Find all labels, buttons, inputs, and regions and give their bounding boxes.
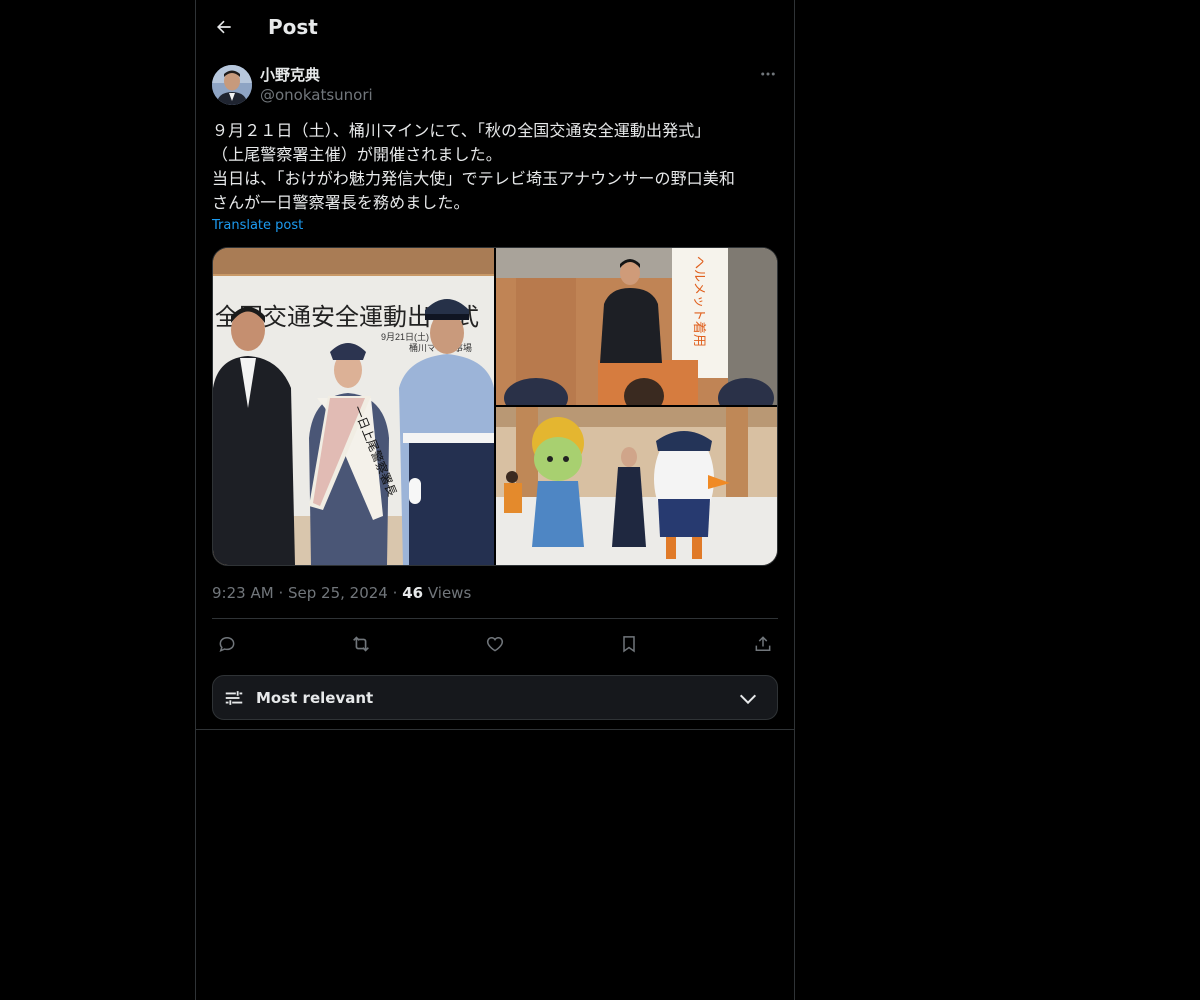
- translate-link[interactable]: Translate post: [212, 218, 303, 233]
- more-icon: [761, 72, 775, 76]
- post-date[interactable]: Sep 25, 2024: [288, 584, 388, 602]
- post-meta: 9:23 AM · Sep 25, 2024 · 46 Views: [212, 583, 471, 603]
- author-handle[interactable]: @onokatsunori: [260, 85, 373, 105]
- bookmark-icon: [623, 636, 635, 653]
- back-button[interactable]: [210, 13, 238, 41]
- share-button[interactable]: [749, 630, 777, 658]
- bookmark-button[interactable]: [615, 630, 643, 658]
- media-grid: 全国交通安全運動出発式 9月21日(土) 桶川マイン事場: [212, 247, 778, 566]
- post-time[interactable]: 9:23 AM: [212, 584, 274, 602]
- chevron-down-icon: [739, 694, 757, 705]
- share-icon: [755, 636, 771, 651]
- meta-separator: ·: [278, 584, 284, 602]
- repost-icon: [353, 636, 369, 652]
- section-divider: [196, 729, 794, 730]
- back-arrow-icon: [217, 20, 231, 34]
- avatar[interactable]: [212, 65, 252, 105]
- sort-label: Most relevant: [256, 689, 374, 707]
- views-label: Views: [427, 584, 472, 602]
- reply-button[interactable]: [213, 630, 241, 658]
- post-text: ９月２１日（土）、桶川マインにて、「秋の全国交通安全運動出発式」 （上尾警察署主…: [212, 121, 735, 212]
- action-bar: [212, 630, 778, 658]
- views-count: 46: [402, 584, 424, 602]
- more-button[interactable]: [758, 64, 778, 84]
- sort-sliders-icon: [225, 691, 243, 705]
- page-title: Post: [268, 15, 318, 39]
- photo-mascots[interactable]: [496, 407, 777, 565]
- banner-date: 9月21日(土): [381, 331, 429, 342]
- like-icon: [486, 636, 504, 652]
- header: Post: [196, 0, 794, 54]
- like-button[interactable]: [481, 630, 509, 658]
- sort-replies-dropdown[interactable]: Most relevant: [212, 675, 778, 720]
- main-column: Post 小野克典 @onokatsunori ９月２１日（土）、桶川マインにて…: [195, 0, 795, 1000]
- poster-text: ヘルメット着用: [692, 256, 707, 347]
- reply-icon: [219, 636, 235, 652]
- meta-separator: ·: [392, 584, 398, 602]
- photo-speech[interactable]: ヘルメット着用: [496, 248, 777, 405]
- divider: [212, 618, 778, 619]
- author-name[interactable]: 小野克典: [260, 65, 320, 85]
- repost-button[interactable]: [347, 630, 375, 658]
- photo-ceremony-group[interactable]: 全国交通安全運動出発式 9月21日(土) 桶川マイン事場: [213, 248, 494, 565]
